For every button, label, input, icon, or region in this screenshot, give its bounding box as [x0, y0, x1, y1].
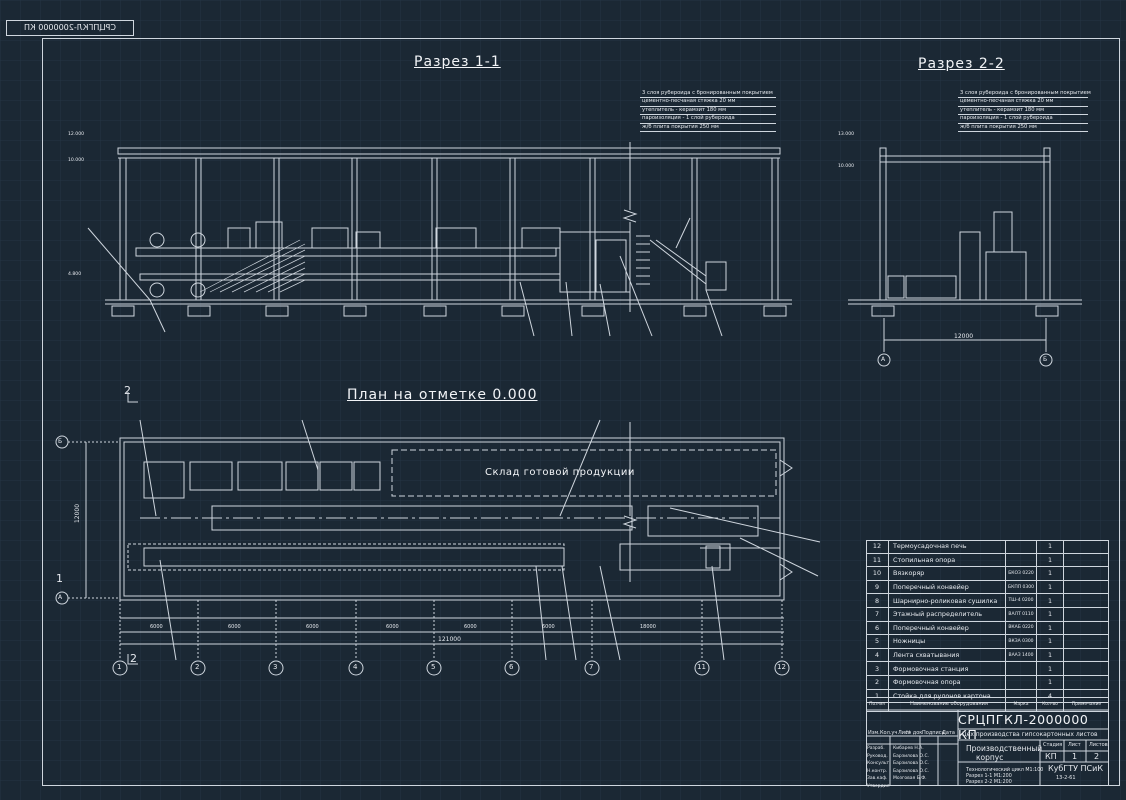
sheet-contents: Технологический цикл М1:100 Разрез 1-1 М… [966, 768, 1043, 786]
role-title: Разраб. [867, 746, 885, 751]
sheet-value: 1 [1072, 752, 1078, 761]
sheets-value: 2 [1094, 752, 1100, 761]
role-title: Зав.каф. [867, 776, 888, 782]
sheet-label: Лист [1068, 742, 1081, 748]
title-block-lines [866, 709, 1109, 786]
role-title: Консульт. [867, 761, 891, 767]
role-row: Утвердил [867, 783, 929, 791]
role-row: Консульт. Барзилова О.С. [867, 760, 929, 768]
role-person: Барзилова О.С. [893, 753, 930, 759]
tb-col-date: Дата [942, 730, 955, 736]
organization-code: 13-2-61 [1056, 775, 1076, 781]
title-block-roles: Разраб. Кибарев Н.А. Руковод. Барзилова О.С… [867, 745, 929, 791]
role-title: Утвердил [867, 783, 890, 789]
role-row: Зав.каф. Мозговая Б.Ф. [867, 775, 929, 783]
role-person: Барзилова О.С. [893, 768, 930, 774]
role-row: Разраб. Кибарев Н.А. [867, 745, 929, 753]
role-person: Кибарев Н.А. [893, 746, 924, 751]
shop-name: Цех производства гипсокартонных листов [962, 731, 1098, 738]
tb-col-izm: Изм. [868, 730, 880, 736]
role-row: Руковод. Барзилова О.С. [867, 753, 929, 761]
role-title: Н.контр. [867, 768, 888, 774]
role-title: Руковод. [867, 753, 888, 759]
tb-col-kol: Кол.уч [880, 730, 898, 736]
role-person: Мозговая Б.Ф. [893, 776, 927, 782]
building-line: корпус [976, 753, 1004, 762]
stage-label: Стадия [1043, 742, 1063, 748]
stage-value: КП [1045, 752, 1057, 761]
sheet-line: Разрез 2-2 М1:200 [966, 780, 1012, 785]
tb-col-doc: № док [906, 730, 923, 736]
role-row: Н.контр. Барзилова О.С. [867, 768, 929, 776]
sheets-label: Листов [1089, 742, 1108, 748]
organization: КубГТУ ПСиК [1048, 764, 1104, 773]
role-person: Барзилова О.С. [893, 761, 930, 767]
building-line: Производственный [966, 744, 1043, 753]
building-name: Производственный корпус [966, 744, 1042, 762]
